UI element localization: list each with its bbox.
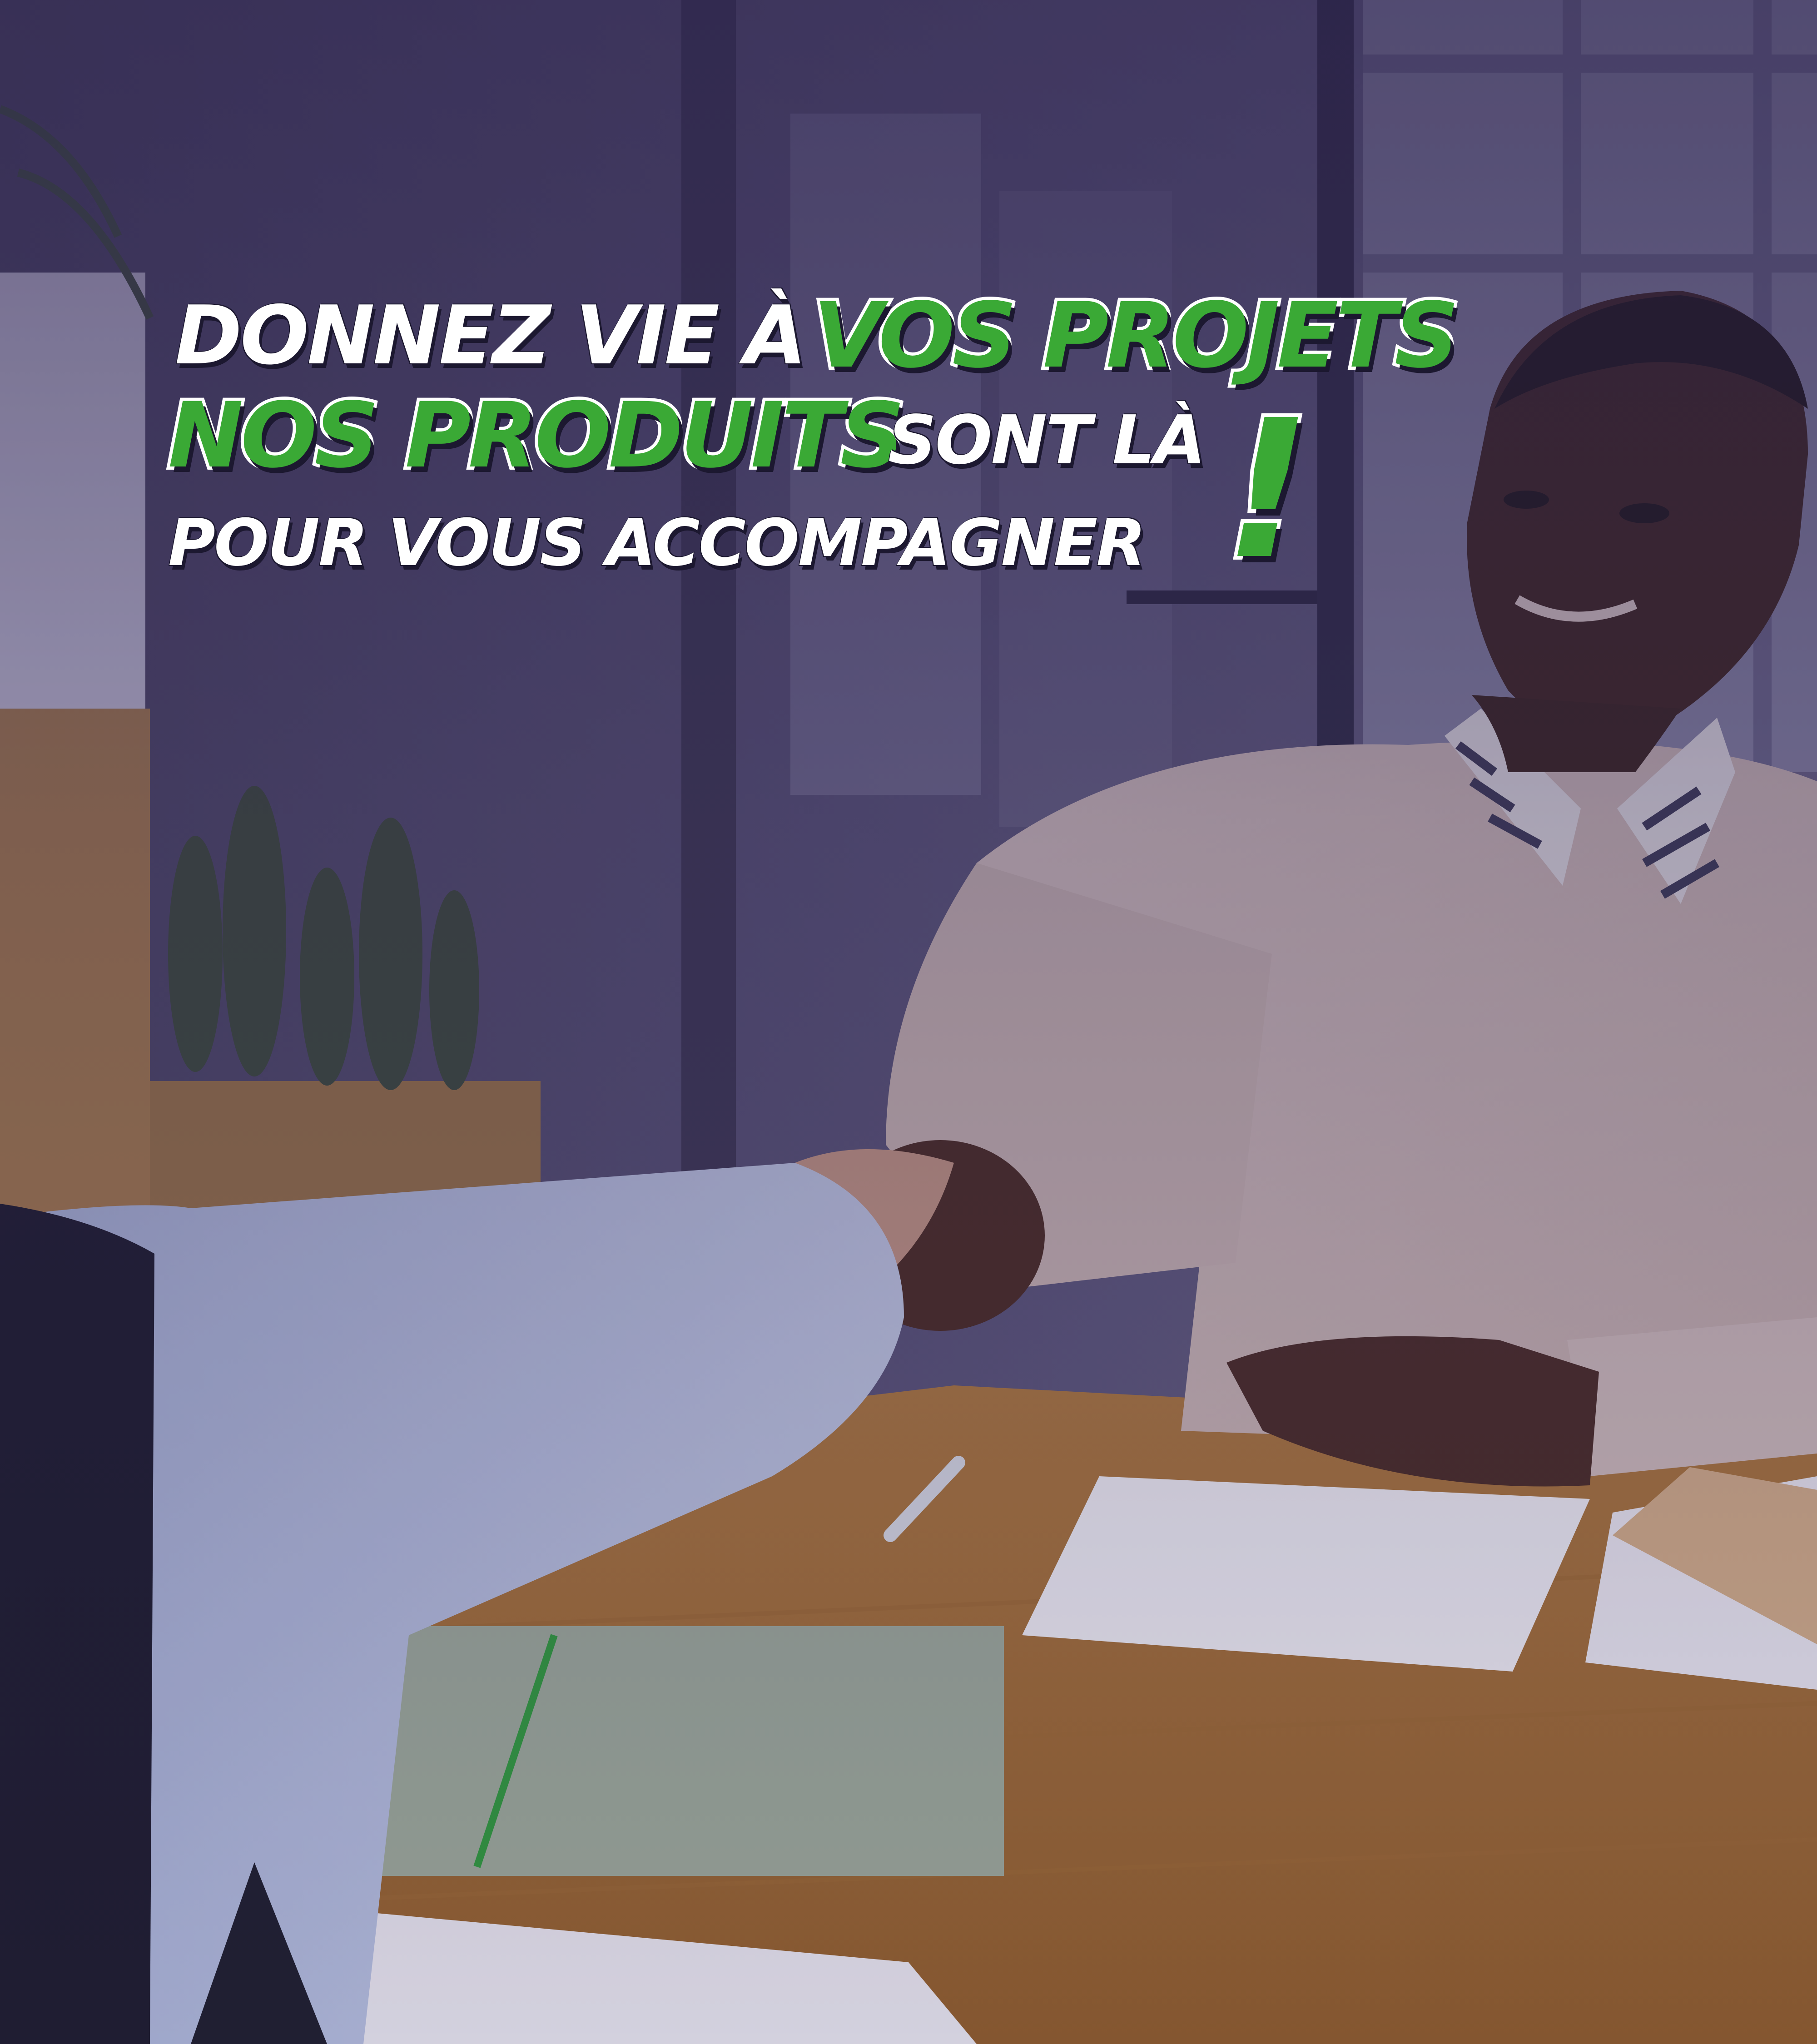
promo-poster: DONNEZ VIE À VOS PROJETS NOS PRODUITS SO… — [0, 0, 1817, 2044]
headline-line1-white: DONNEZ VIE À — [175, 288, 807, 382]
headline-line2-white: SONT LÀ — [888, 401, 1206, 479]
exclamation-mark: ! — [1221, 379, 1315, 601]
headline-line1-green: VOS PROJETS — [810, 283, 1462, 388]
headline-line3-white: POUR VOUS ACCOMPAGNER — [168, 506, 1146, 580]
headline-line2-green: NOS PRODUITS — [165, 383, 908, 488]
headline: DONNEZ VIE À VOS PROJETS NOS PRODUITS SO… — [0, 0, 1817, 636]
